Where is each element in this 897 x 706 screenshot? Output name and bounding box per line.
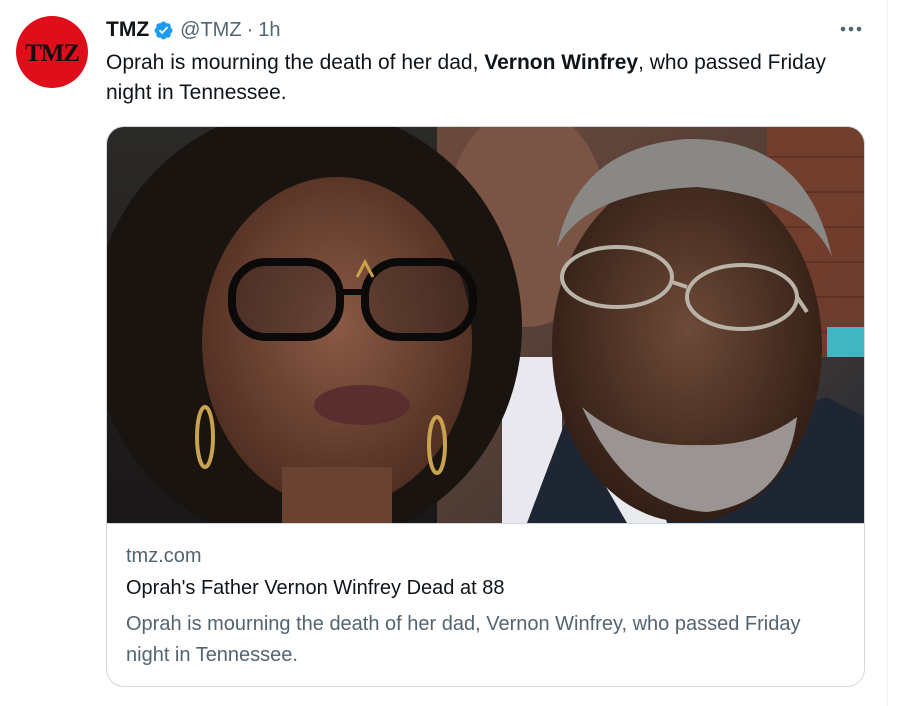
tweet-text: Oprah is mourning the death of her dad, … [106,48,846,108]
more-options-icon[interactable] [836,16,866,42]
card-description[interactable]: Oprah is mourning the death of her dad, … [126,609,846,671]
author-name[interactable]: TMZ [106,18,149,42]
tmz-logo: TMZ [25,40,80,67]
card-divider [107,523,864,524]
author-avatar[interactable]: TMZ [16,16,88,88]
header-separator: · [246,18,254,41]
card-image[interactable] [107,127,864,523]
author-handle[interactable]: @TMZ [180,19,241,42]
card-domain[interactable]: tmz.com [126,545,202,568]
verified-badge-icon[interactable] [153,20,174,41]
timeline-border [887,0,888,706]
tweet-header: TMZ @TMZ · 1h [106,14,280,46]
tweet-text-start: Oprah is mourning the death of her dad, [106,51,485,74]
link-card[interactable]: tmz.com Oprah's Father Vernon Winfrey De… [106,126,865,687]
card-title[interactable]: Oprah's Father Vernon Winfrey Dead at 88 [126,577,504,600]
tweet-timestamp[interactable]: 1h [258,19,280,42]
tweet-text-bold: Vernon Winfrey [484,51,639,74]
svg-text:TMZ: TMZ [25,40,79,67]
